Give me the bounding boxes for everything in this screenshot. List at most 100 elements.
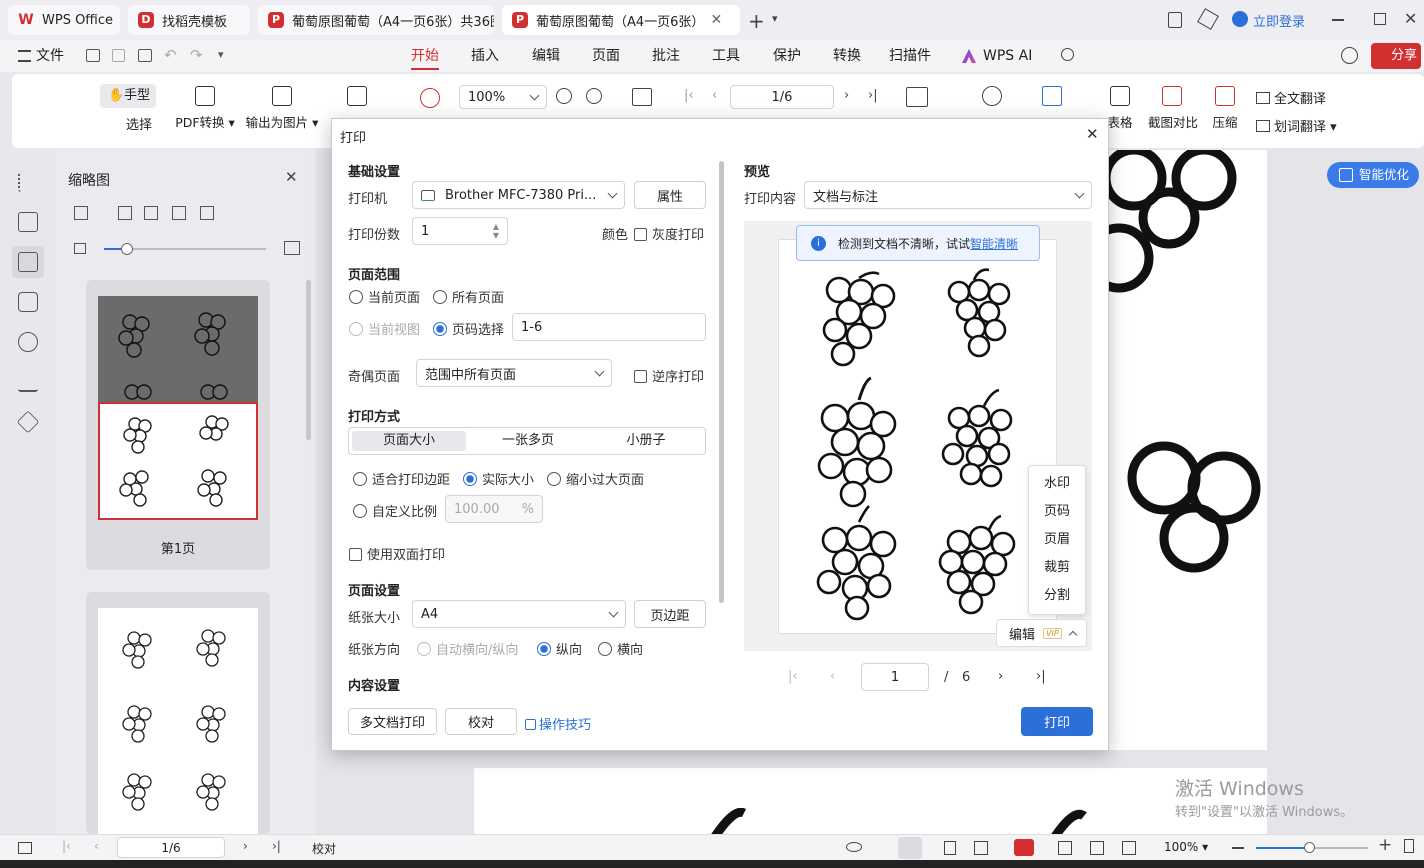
rotate-icon[interactable] xyxy=(632,88,652,106)
search-icon[interactable] xyxy=(1061,48,1074,61)
menu-protect[interactable]: 保护 xyxy=(773,40,801,72)
menu-tools[interactable]: 工具 xyxy=(712,40,740,72)
radio-shrink-large[interactable]: 缩小过大页面 xyxy=(547,469,644,488)
menu-convert[interactable]: 转换 xyxy=(833,40,861,72)
share-button[interactable]: 分享 xyxy=(1371,43,1421,69)
open-icon[interactable] xyxy=(86,49,100,62)
new-tab-icon[interactable]: + xyxy=(748,9,765,33)
prev-page-icon[interactable]: ‹ xyxy=(94,839,99,853)
login-link[interactable]: 立即登录 xyxy=(1253,11,1305,30)
smart-clarity-link[interactable]: 智能清晰 xyxy=(970,235,1018,252)
menu-item-page-number[interactable]: 页码 xyxy=(1029,498,1085,526)
copy-button[interactable] xyxy=(342,86,372,112)
tab-wps-office[interactable]: W WPS Office xyxy=(8,5,120,35)
menu-wps-ai[interactable]: WPS AI xyxy=(983,40,1032,72)
prev-page-icon[interactable]: ‹ xyxy=(712,88,717,103)
fullscreen-icon[interactable] xyxy=(1404,839,1414,853)
proofread-button[interactable]: 校对 xyxy=(445,708,517,735)
close-icon[interactable]: ✕ xyxy=(285,168,298,186)
comment-icon[interactable] xyxy=(18,292,38,312)
tab-list-icon[interactable]: ▾ xyxy=(772,12,778,25)
extract-page-icon[interactable] xyxy=(200,206,214,220)
play-icon[interactable] xyxy=(420,88,440,108)
radio-current-page[interactable]: 当前页面 xyxy=(349,287,420,306)
grayscale-checkbox[interactable]: 灰度打印 xyxy=(634,224,704,243)
page-settings-icon[interactable] xyxy=(144,206,158,220)
bookmark-icon[interactable] xyxy=(18,212,38,232)
page-range-input[interactable]: 1-6 xyxy=(512,313,706,341)
tab-template[interactable]: D 找稻壳模板 xyxy=(128,5,250,35)
thumbnail-scrollbar[interactable] xyxy=(306,280,311,440)
eye-icon[interactable] xyxy=(846,842,862,852)
first-page-icon[interactable]: |‹ xyxy=(684,88,694,103)
read-mode-icon[interactable] xyxy=(906,87,928,107)
tips-link[interactable]: 操作技巧 xyxy=(525,714,591,733)
play-slideshow-icon[interactable] xyxy=(1014,839,1034,856)
zoom-in-icon[interactable]: + xyxy=(1378,835,1392,855)
preview-next-icon[interactable]: › xyxy=(998,669,1003,684)
radio-all-pages[interactable]: 所有页面 xyxy=(433,287,504,306)
multi-doc-print-button[interactable]: 多文档打印 xyxy=(348,708,437,735)
file-menu[interactable]: 文件 xyxy=(36,40,64,72)
radio-landscape[interactable]: 横向 xyxy=(598,639,643,658)
actual-size-icon[interactable] xyxy=(1122,841,1136,855)
radio-page-select[interactable]: 页码选择 xyxy=(433,319,504,338)
preview-last-icon[interactable]: ›| xyxy=(1036,669,1046,684)
save-icon[interactable] xyxy=(112,49,125,62)
menu-page[interactable]: 页面 xyxy=(592,40,620,72)
odd-even-select[interactable]: 范围中所有页面 xyxy=(416,359,612,387)
radio-portrait[interactable]: 纵向 xyxy=(537,639,582,658)
menu-insert[interactable]: 插入 xyxy=(471,40,499,72)
preview-prev-icon[interactable]: ‹ xyxy=(830,669,835,684)
stepper-arrows-icon[interactable]: ▲ ▼ xyxy=(493,222,499,240)
status-proofread[interactable]: 校对 xyxy=(312,840,336,857)
first-page-icon[interactable]: |‹ xyxy=(62,839,71,853)
edit-button[interactable]: 编辑 VIP xyxy=(996,619,1087,647)
slider-handle[interactable] xyxy=(121,243,133,255)
zoom-out-icon[interactable] xyxy=(556,88,572,104)
cloud-upload-icon[interactable] xyxy=(1341,47,1358,64)
zoom-slider-handle[interactable] xyxy=(1304,842,1315,853)
menu-edit[interactable]: 编辑 xyxy=(532,40,560,72)
tab-booklet[interactable]: 小册子 xyxy=(589,431,703,451)
page-input[interactable]: 1/6 xyxy=(730,85,834,109)
last-page-icon[interactable]: ›| xyxy=(272,839,281,853)
settings-scrollbar[interactable] xyxy=(719,161,724,603)
select-tool-button[interactable]: 选择 xyxy=(108,114,152,133)
menu-item-crop[interactable]: 裁剪 xyxy=(1029,554,1085,582)
next-page-icon[interactable]: › xyxy=(844,88,849,103)
close-icon[interactable]: ✕ xyxy=(1086,125,1099,143)
find-icon[interactable] xyxy=(982,86,1002,106)
maximize-icon[interactable] xyxy=(1374,13,1386,25)
full-translate-button[interactable]: 全文翻译 xyxy=(1256,88,1326,107)
insert-page-icon[interactable] xyxy=(118,206,132,220)
status-zoom[interactable]: 100% ▾ xyxy=(1164,840,1208,854)
pdf-convert-button[interactable]: PDF转换 ▾ xyxy=(172,86,238,131)
close-icon[interactable]: ✕ xyxy=(710,12,722,28)
menu-item-watermark[interactable]: 水印 xyxy=(1029,470,1085,498)
tab-doc-active[interactable]: P 葡萄原图葡萄（A4一页6张） ✕ xyxy=(502,5,740,35)
tab-doc-1[interactable]: P 葡萄原图葡萄（A4一页6张）共36图 xyxy=(258,5,494,35)
status-page-input[interactable]: 1/6 xyxy=(117,837,225,858)
export-image-button[interactable]: 输出为图片 ▾ xyxy=(244,86,320,131)
radio-actual-size[interactable]: 实际大小 xyxy=(463,469,534,488)
menu-item-split[interactable]: 分割 xyxy=(1029,582,1085,610)
copy-page-icon[interactable] xyxy=(172,206,186,220)
minimize-icon[interactable] xyxy=(1332,19,1344,21)
compress-button[interactable]: 压缩 xyxy=(1208,86,1242,131)
margins-button[interactable]: 页边距 xyxy=(634,600,706,628)
outline-icon[interactable] xyxy=(18,172,38,192)
word-translate-button[interactable]: 划词翻译 ▾ xyxy=(1256,116,1337,135)
hamburger-icon[interactable] xyxy=(18,50,31,62)
next-page-icon[interactable]: › xyxy=(243,839,248,853)
duplex-checkbox[interactable]: 使用双面打印 xyxy=(349,544,445,563)
preview-page-input[interactable]: 1 xyxy=(861,663,929,691)
smart-optimize-button[interactable]: 智能优化 xyxy=(1327,162,1419,188)
cube-icon[interactable] xyxy=(1197,8,1219,30)
thumbnail-card-1[interactable]: 第1页 xyxy=(86,280,270,570)
menu-item-header[interactable]: 页眉 xyxy=(1029,526,1085,554)
view-single-button[interactable] xyxy=(898,837,922,859)
zoom-select[interactable]: 100% xyxy=(459,85,547,109)
zoom-in-icon[interactable] xyxy=(586,88,602,104)
sidebar-toggle-icon[interactable] xyxy=(18,842,32,854)
